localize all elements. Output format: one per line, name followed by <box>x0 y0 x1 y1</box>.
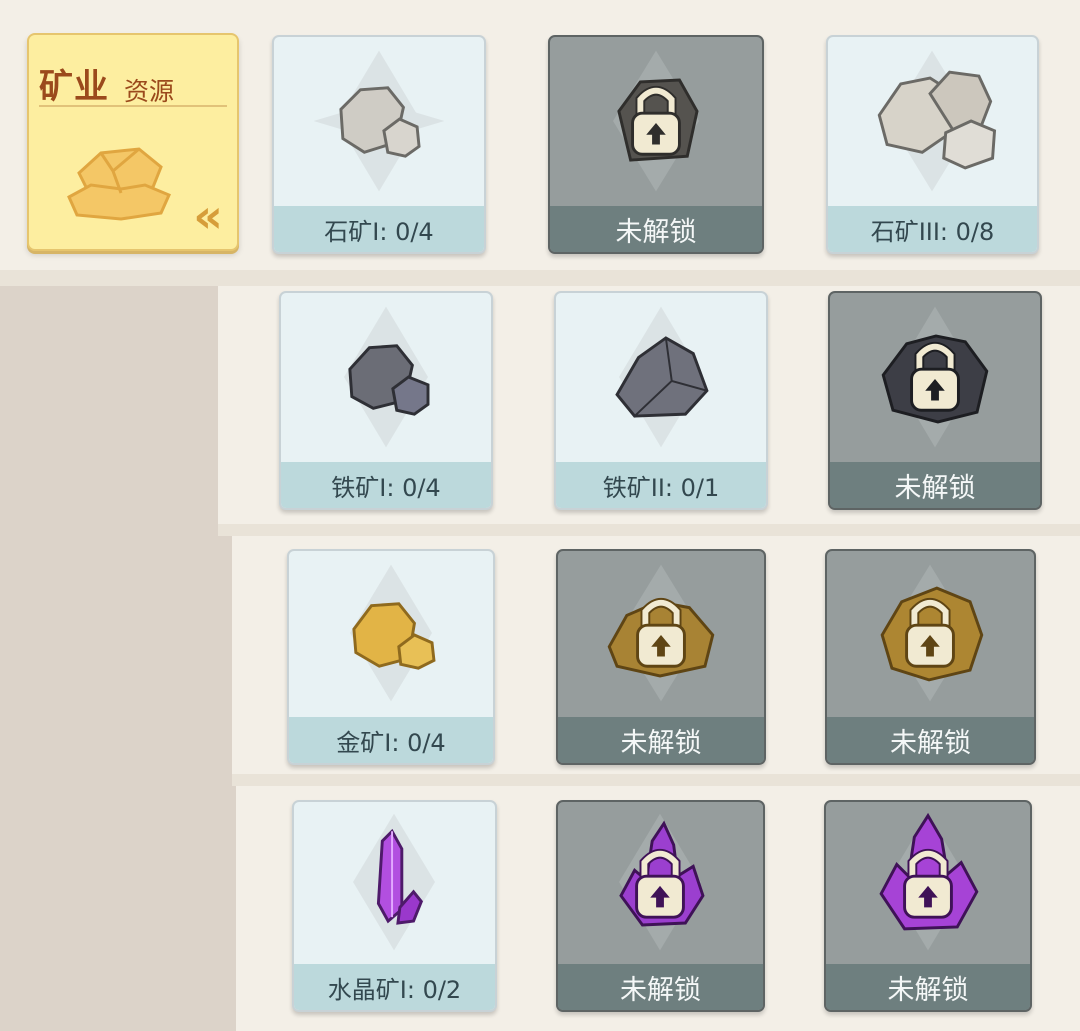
mine-card-label: 铁矿I: 0/4 <box>281 462 491 508</box>
mine-card-label: 石矿III: 0/8 <box>828 206 1037 252</box>
lock-icon <box>830 293 1040 462</box>
mine-card-label: 未解锁 <box>826 964 1030 1010</box>
double-chevron-left-icon[interactable]: « <box>193 193 223 239</box>
stone-ore-icon <box>828 37 1037 206</box>
mine-card-locked[interactable]: 未解锁 <box>825 549 1036 765</box>
mine-card-iron-1[interactable]: 铁矿I: 0/4 <box>279 291 493 510</box>
mine-card-gold-1[interactable]: 金矿I: 0/4 <box>287 549 495 765</box>
mine-card-locked[interactable]: 未解锁 <box>824 800 1032 1012</box>
mine-card-label: 金矿I: 0/4 <box>289 717 493 763</box>
mine-card-label: 未解锁 <box>558 964 763 1010</box>
divider <box>232 774 1080 786</box>
iron-ore-icon <box>556 293 766 462</box>
mine-card-stone-3[interactable]: 石矿III: 0/8 <box>826 35 1039 254</box>
mine-card-iron-2[interactable]: 铁矿II: 0/1 <box>554 291 768 510</box>
mine-card-crystal-1[interactable]: 水晶矿I: 0/2 <box>292 800 497 1012</box>
crystal-ore-icon <box>294 802 495 964</box>
mine-card-stone-1[interactable]: 石矿I: 0/4 <box>272 35 486 254</box>
lock-icon <box>827 551 1034 717</box>
gold-ore-icon <box>289 551 493 717</box>
lock-icon <box>558 551 764 717</box>
stone-ore-icon <box>274 37 484 206</box>
mine-card-label: 未解锁 <box>550 206 762 252</box>
mine-card-label: 未解锁 <box>558 717 764 763</box>
divider <box>218 524 1080 536</box>
mine-card-label: 石矿I: 0/4 <box>274 206 484 252</box>
lock-icon <box>550 37 762 206</box>
iron-ore-icon <box>281 293 491 462</box>
category-divider <box>39 105 227 107</box>
category-panel-mining[interactable]: 矿业 资源 « <box>27 33 239 251</box>
ore-category-icon <box>67 147 171 221</box>
category-title: 矿业 <box>39 67 109 107</box>
lock-icon <box>826 802 1030 964</box>
mine-card-locked[interactable]: 未解锁 <box>828 291 1042 510</box>
mine-card-locked[interactable]: 未解锁 <box>556 549 766 765</box>
divider <box>0 270 1080 286</box>
mine-card-label: 未解锁 <box>827 717 1034 763</box>
lock-icon <box>558 802 763 964</box>
mine-card-locked[interactable]: 未解锁 <box>556 800 765 1012</box>
category-subtitle: 资源 <box>124 77 175 106</box>
mine-card-label: 铁矿II: 0/1 <box>556 462 766 508</box>
mine-card-label: 未解锁 <box>830 462 1040 508</box>
mine-card-label: 水晶矿I: 0/2 <box>294 964 495 1010</box>
mine-card-locked[interactable]: 未解锁 <box>548 35 764 254</box>
